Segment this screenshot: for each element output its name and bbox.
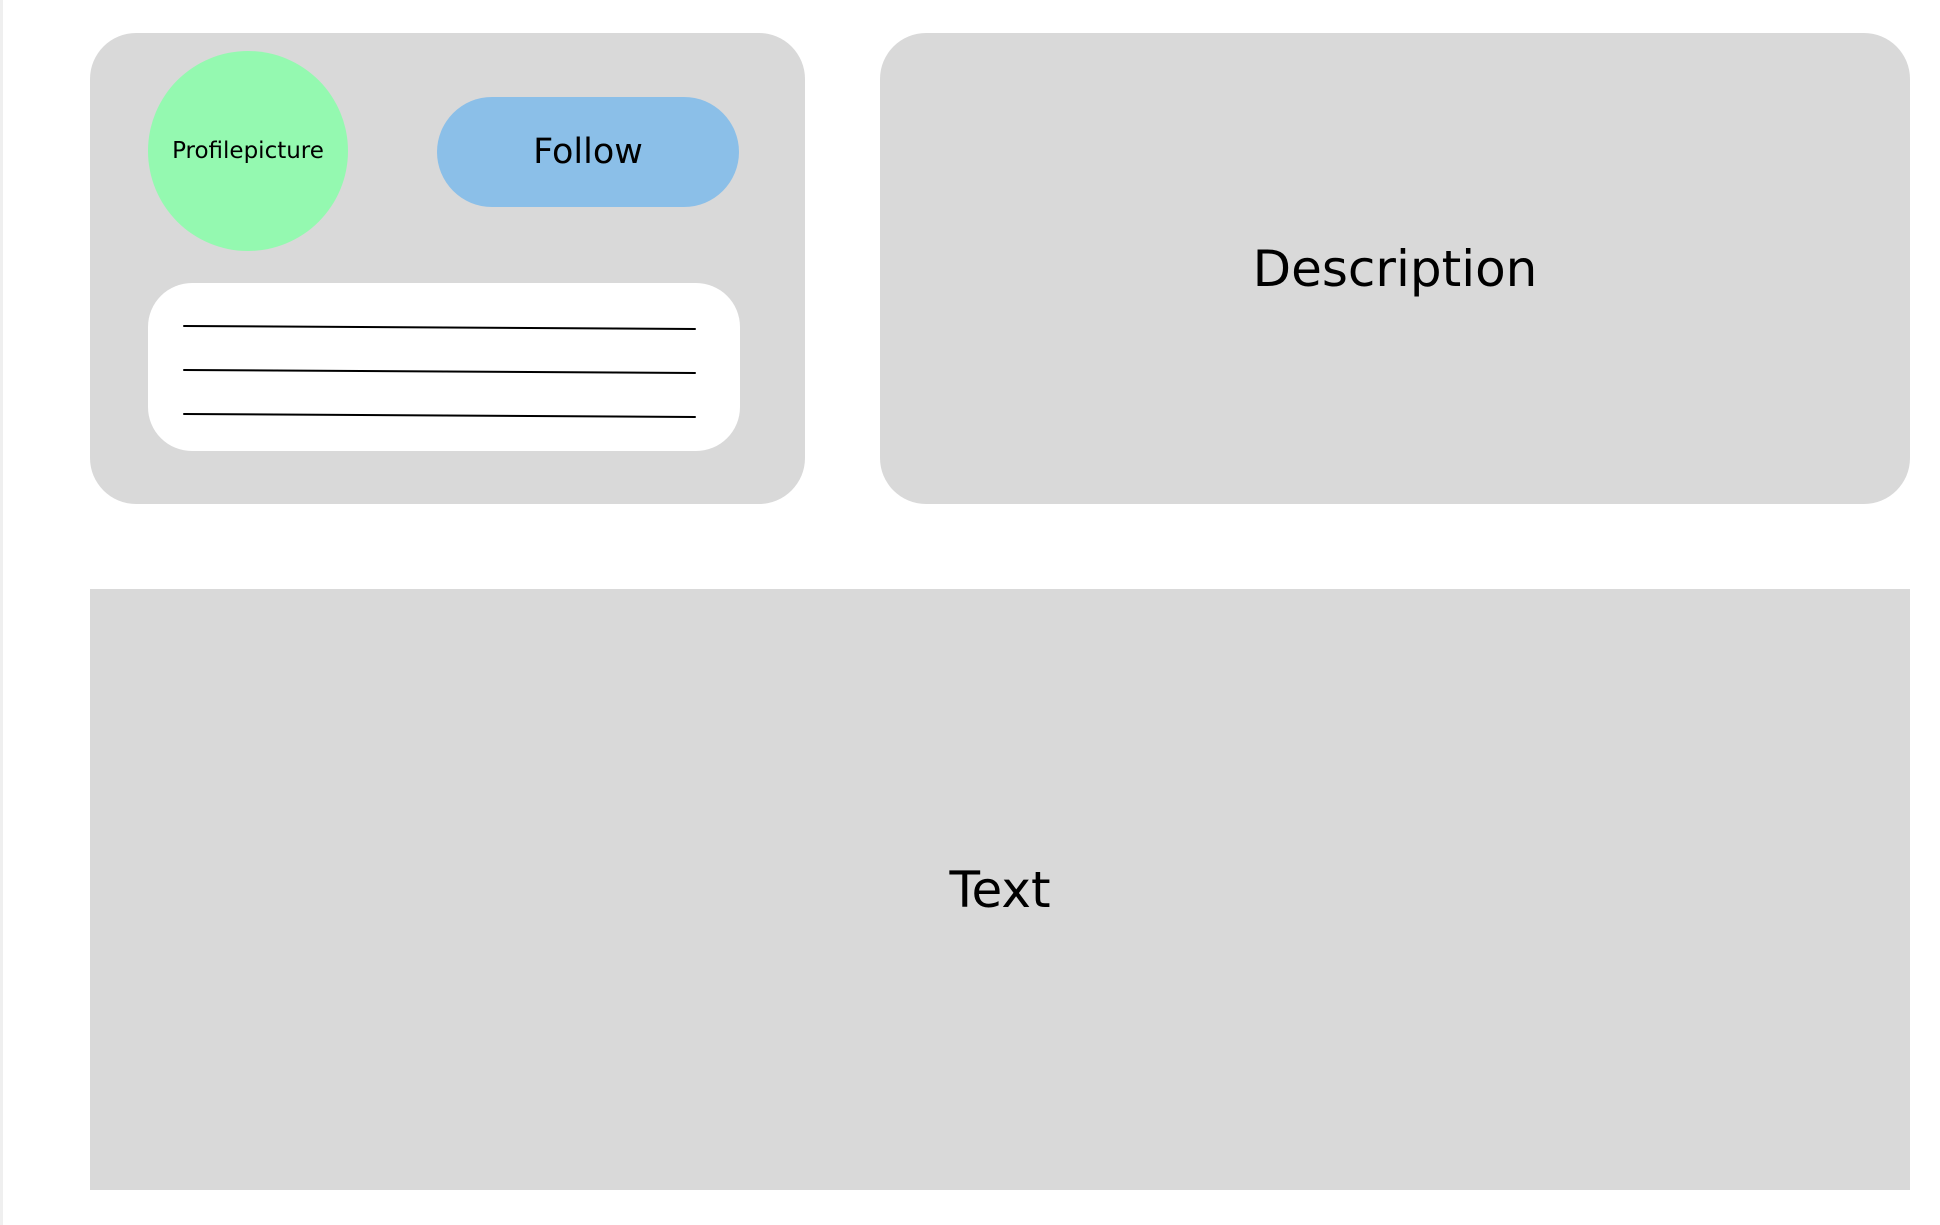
- profile-picture-label: Profilepicture: [172, 137, 324, 164]
- profile-card: Profilepicture Follow: [90, 33, 805, 504]
- wireframe-canvas: Profilepicture Follow Description Text: [0, 0, 1940, 1225]
- placeholder-line: [183, 369, 696, 374]
- placeholder-line: [183, 325, 696, 330]
- description-label: Description: [1252, 239, 1538, 298]
- placeholder-lines-icon: [183, 325, 696, 418]
- follow-button[interactable]: Follow: [437, 97, 739, 207]
- left-edge-divider: [0, 0, 3, 1225]
- description-panel: Description: [880, 33, 1910, 504]
- text-panel: Text: [90, 589, 1910, 1190]
- follow-button-label: Follow: [533, 131, 643, 172]
- placeholder-line: [183, 413, 696, 418]
- text-label: Text: [949, 860, 1051, 919]
- profile-picture-placeholder: Profilepicture: [148, 51, 348, 251]
- text-lines-placeholder: [148, 283, 740, 451]
